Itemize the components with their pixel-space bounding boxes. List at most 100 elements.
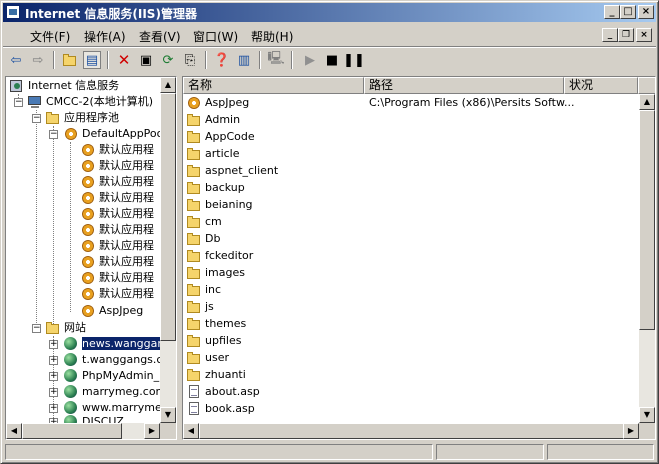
list-item[interactable]: about.asp [186,384,260,400]
mmc-menu-icon[interactable] [7,26,23,40]
scroll-left-button[interactable]: ◀ [6,423,22,439]
scroll-thumb[interactable] [639,110,655,330]
tree-site-item[interactable]: t.wanggangs.cc [63,352,169,368]
tree-pool-item[interactable]: 默认应用程 [80,206,154,222]
expand-default-pool-toggle[interactable]: − [49,130,58,139]
mdi-restore-button[interactable]: ❐ [618,28,634,42]
delete-icon[interactable]: ✕ [115,51,133,69]
expand-site-toggle[interactable]: + [49,372,58,381]
list-item[interactable]: js [186,299,214,315]
list-pane[interactable]: 名称 路径 状况 AspJpeg C:\Program Files (x86)\P… [182,76,656,440]
list-item[interactable]: images [186,265,245,281]
expand-site-toggle[interactable]: + [49,340,58,349]
close-button[interactable]: × [638,5,654,19]
scroll-down-button[interactable]: ▼ [160,407,176,423]
up-folder-icon[interactable] [61,51,79,69]
column-header-status[interactable]: 状况 [564,77,638,94]
folder-icon [186,334,202,348]
list-item[interactable]: article [186,146,240,162]
tree-pool-item[interactable]: 默认应用程 [80,222,154,238]
help-icon[interactable]: ❓ [213,51,231,69]
title-bar[interactable]: Internet 信息服务(IIS)管理器 _ □ × [3,3,656,22]
tree-pool-item[interactable]: 默认应用程 [80,286,154,302]
tree-site-item[interactable]: news.wanggan [63,336,166,352]
menu-file[interactable]: 文件(F) [30,28,70,45]
scroll-up-button[interactable]: ▲ [639,94,655,110]
stop-icon[interactable]: ■ [323,51,341,69]
iis-root-icon [9,79,25,93]
menu-view[interactable]: 查看(V) [139,28,181,45]
tree-app-pools[interactable]: 应用程序池 [45,110,119,126]
scroll-right-button[interactable]: ▶ [144,423,160,439]
list-item[interactable]: Db [186,231,220,247]
export-icon[interactable]: ⎘ [181,51,199,69]
scroll-left-button[interactable]: ◀ [183,423,199,439]
forward-arrow-icon[interactable]: ⇨ [29,51,47,69]
expand-site-toggle[interactable]: + [49,388,58,397]
list-item[interactable]: inc [186,282,221,298]
list-item[interactable]: beianing [186,197,253,213]
properties-icon[interactable]: ▣ [137,51,155,69]
gear-icon [80,271,96,285]
list-item[interactable]: AspJpeg [186,95,249,111]
tree-pool-item[interactable]: 默认应用程 [80,238,154,254]
tree-pool-item[interactable]: 默认应用程 [80,158,154,174]
tree-pool-item[interactable]: 默认应用程 [80,270,154,286]
tree-vertical-scrollbar[interactable]: ▲ ▼ [160,77,176,423]
tree-pool-item[interactable]: 默认应用程 [80,174,154,190]
expand-computer-toggle[interactable]: − [14,98,23,107]
list-item[interactable]: cm [186,214,222,230]
tree-computer[interactable]: CMCC-2(本地计算机) [27,94,153,110]
tree-pane[interactable]: Internet 信息服务 − CMCC-2(本地计算机) − 应用程序池 − … [5,76,177,440]
refresh-icon[interactable]: ⟳ [159,51,177,69]
tree-site-item[interactable]: marrymeg.com [63,384,166,400]
back-arrow-icon[interactable]: ⇦ [7,51,25,69]
menu-action[interactable]: 操作(A) [84,28,126,45]
tree-pool-item[interactable]: 默认应用程 [80,190,154,206]
scroll-thumb[interactable] [22,423,122,439]
list-item[interactable]: AppCode [186,129,255,145]
scroll-right-button[interactable]: ▶ [623,423,639,439]
computer-icon[interactable]: 🖳 [267,51,285,69]
show-tree-icon[interactable]: ▤ [83,51,101,69]
mdi-minimize-button[interactable]: _ [602,28,618,42]
column-header-path[interactable]: 路径 [364,77,564,94]
pause-icon[interactable]: ❚❚ [343,51,365,69]
list-item[interactable]: fckeditor [186,248,253,264]
play-icon[interactable]: ▶ [301,51,319,69]
list-vertical-scrollbar[interactable]: ▲ ▼ [639,94,655,423]
tree-horizontal-scrollbar[interactable]: ◀ ▶ [6,423,160,439]
tree-line [53,126,54,326]
tree-websites[interactable]: 网站 [45,320,86,336]
expand-websites-toggle[interactable]: − [32,324,41,333]
mdi-close-button[interactable]: × [636,28,652,42]
menu-window[interactable]: 窗口(W) [193,28,238,45]
tree-pool-item[interactable]: 默认应用程 [80,254,154,270]
minimize-button[interactable]: _ [604,5,620,19]
expand-site-toggle[interactable]: + [49,356,58,365]
list-item[interactable]: Admin [186,112,240,128]
console-icon[interactable]: ▥ [235,51,253,69]
tree-root[interactable]: Internet 信息服务 [9,78,119,94]
expand-app-pools-toggle[interactable]: − [32,114,41,123]
scroll-thumb[interactable] [160,93,176,341]
list-item[interactable]: upfiles [186,333,241,349]
scroll-down-button[interactable]: ▼ [639,407,655,423]
menu-help[interactable]: 帮助(H) [251,28,293,45]
list-item[interactable]: themes [186,316,246,332]
tree-default-app-pool[interactable]: DefaultAppPool [63,126,166,142]
list-item[interactable]: user [186,350,229,366]
list-item[interactable]: zhuanti [186,367,246,383]
list-horizontal-scrollbar[interactable]: ◀ ▶ [183,423,639,439]
maximize-button[interactable]: □ [620,5,636,19]
tree-pool-item[interactable]: 默认应用程 [80,142,154,158]
scroll-thumb[interactable] [199,423,625,439]
tree-site-item[interactable]: PhpMyAdmin_H [63,368,167,384]
expand-site-toggle[interactable]: + [49,404,58,413]
column-header-name[interactable]: 名称 [183,77,364,94]
list-item[interactable]: book.asp [186,401,255,417]
scroll-up-button[interactable]: ▲ [160,77,176,93]
tree-aspjpeg-pool[interactable]: AspJpeg [80,303,143,319]
list-item[interactable]: backup [186,180,245,196]
list-item[interactable]: aspnet_client [186,163,278,179]
